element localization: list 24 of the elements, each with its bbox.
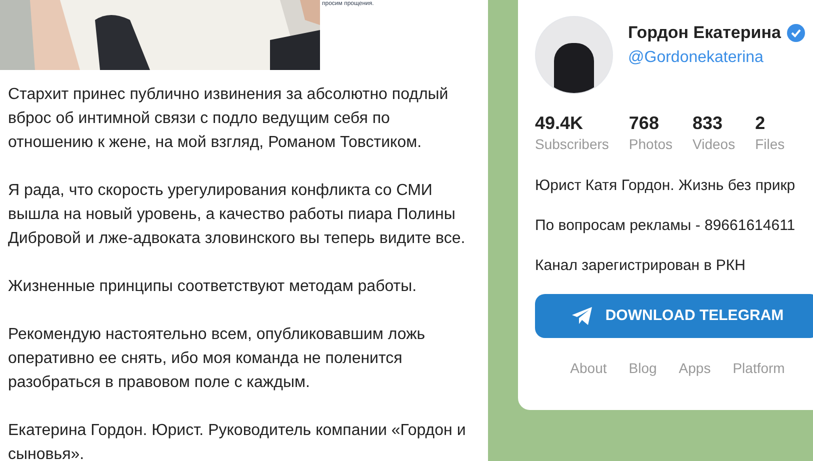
post-paragraph: Екатерина Гордон. Юрист. Руководитель компании «Гордон и сыновья». xyxy=(8,421,467,461)
channel-name: Гордон Екатерина xyxy=(628,22,781,44)
stat-label: Files xyxy=(755,135,785,154)
channel-description: Юрист Катя Гордон. Жизнь без прикр xyxy=(535,176,796,196)
stat-value: 768 xyxy=(628,112,660,134)
post-paragraph: Я рада, что скорость урегулирования конфликта со СМИ вышла на новый уровень, а качество работы пиара Полины Дибровой и лже-адвоката зловинского вы теперь видите все. xyxy=(8,181,466,249)
channel-description: Канал зарегистрирован в РКН xyxy=(535,256,746,276)
stat-label: Photos xyxy=(628,135,673,154)
post-paragraph: Рекомендую настоятельно всем, опубликовавшим ложь оперативно ее снять, ибо моя команда не поленится разобраться в правовом поле с каждым. xyxy=(8,325,426,393)
stat-value: 49.4K xyxy=(535,112,584,134)
paper-plane-icon xyxy=(571,306,594,326)
post-paragraph: Стархит принес публично извинения за абсолютно подлый вброс об интимной связи с подло ведущим себя по отношению к жене, на мой взгляд, Романом Товстиком. xyxy=(8,85,450,153)
footer-link[interactable]: Apps xyxy=(678,358,711,379)
channel-username[interactable]: @Gordonekaterina xyxy=(628,46,805,70)
footer-link[interactable]: About xyxy=(570,358,607,379)
channel-description: По вопросам рекламы - 89661614611 xyxy=(535,216,796,236)
download-button[interactable]: DOWNLOAD TELEGRAM xyxy=(535,294,813,338)
stat-value: 833 xyxy=(692,112,724,134)
stat-label: Subscribers xyxy=(535,135,609,154)
stat-value: 2 xyxy=(755,112,766,134)
post-paragraph: Жизненные принципы соответствуют методам работы. xyxy=(8,277,418,297)
footer-link[interactable]: Platform xyxy=(732,358,785,379)
stat-label: Videos xyxy=(692,135,736,154)
footer-link[interactable]: Blog xyxy=(628,358,657,379)
